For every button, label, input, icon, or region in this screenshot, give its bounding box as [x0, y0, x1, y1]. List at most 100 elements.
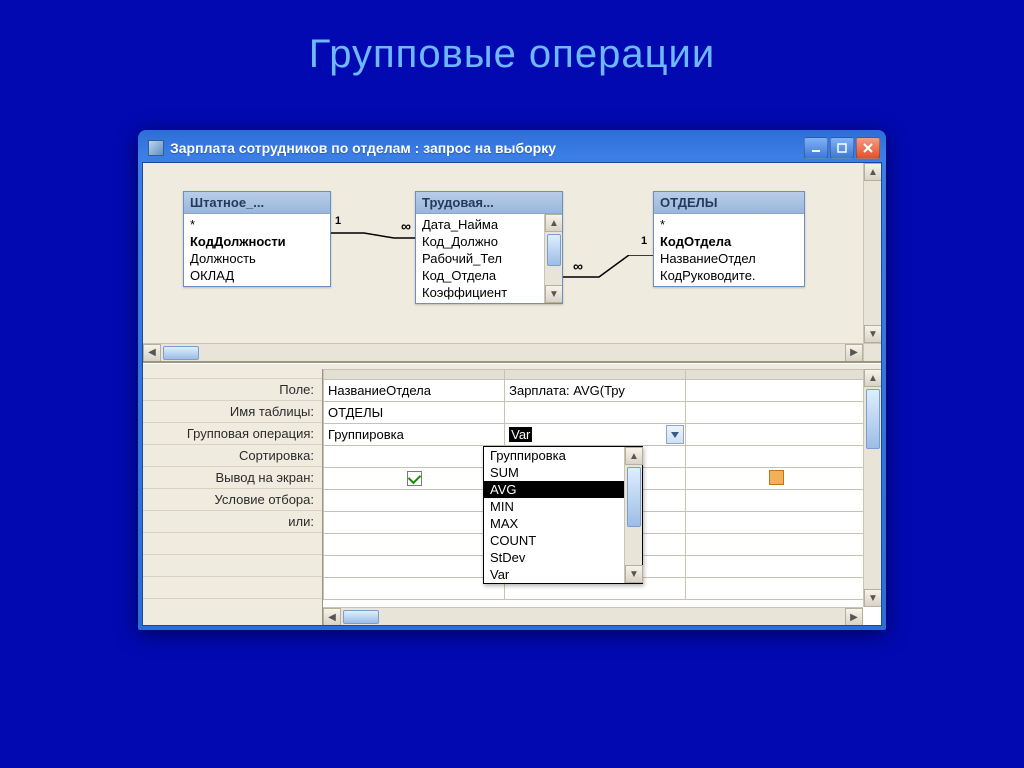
dropdown-item[interactable]: AVG — [484, 481, 624, 498]
entity-field-list[interactable]: * КодОтдела НазваниеОтдел КодРуководите. — [654, 214, 804, 286]
entity-labor[interactable]: Трудовая... Дата_Найма Код_Должно Рабочи… — [415, 191, 563, 304]
col-selector[interactable] — [324, 370, 505, 380]
scroll-down-button[interactable]: ▼ — [545, 285, 562, 303]
field[interactable]: * — [654, 216, 804, 233]
sort-cell[interactable] — [686, 446, 867, 468]
relation-one-label-2: 1 — [641, 235, 647, 247]
entity-staff[interactable]: Штатное_... * КодДолжности Должность ОКЛ… — [183, 191, 331, 287]
scroll-right-button[interactable]: ▶ — [845, 344, 863, 362]
relpane-vscroll[interactable]: ▲ ▼ — [863, 163, 881, 343]
entity-field-list[interactable]: Дата_Найма Код_Должно Рабочий_Тел Код_От… — [416, 214, 562, 303]
row-label: Вывод на экран: — [143, 467, 322, 489]
close-button[interactable] — [856, 137, 880, 159]
field[interactable]: Код_Отдела — [416, 267, 544, 284]
entity-header[interactable]: Трудовая... — [416, 192, 562, 214]
table-cell[interactable] — [686, 402, 867, 424]
field-cell[interactable]: НазваниеОтдела — [324, 380, 505, 402]
relation-one-label: 1 — [335, 215, 341, 227]
field[interactable]: КодОтдела — [654, 233, 804, 250]
row-label: Имя таблицы: — [143, 401, 322, 423]
show-cell[interactable] — [324, 468, 505, 490]
scroll-left-button[interactable]: ◀ — [323, 608, 341, 625]
scroll-up-button[interactable]: ▲ — [864, 163, 881, 181]
col-selector[interactable] — [686, 370, 867, 380]
query-designer-window: Зарплата сотрудников по отделам : запрос… — [138, 130, 886, 630]
col-selector[interactable] — [505, 370, 686, 380]
field[interactable]: Коэффициент — [416, 284, 544, 301]
row-label: Сортировка: — [143, 445, 322, 467]
entity-departments[interactable]: ОТДЕЛЫ * КодОтдела НазваниеОтдел КодРуко… — [653, 191, 805, 287]
maximize-button[interactable] — [830, 137, 854, 159]
or-cell[interactable] — [324, 512, 505, 534]
groupop-cell[interactable] — [686, 424, 867, 446]
dropdown-button[interactable] — [666, 425, 684, 444]
groupop-cell[interactable]: Группировка — [324, 424, 505, 446]
slide-title: Групповые операции — [0, 0, 1024, 101]
field-cell[interactable] — [686, 380, 867, 402]
qbe-pane: Поле: Имя таблицы: Групповая операция: С… — [143, 369, 881, 625]
relationship-canvas[interactable]: 1 ∞ ∞ 1 Штатное_... * КодДолжности Должн… — [143, 163, 863, 343]
dropdown-item[interactable]: MAX — [484, 515, 624, 532]
entity-header[interactable]: ОТДЕЛЫ — [654, 192, 804, 214]
client-area: 1 ∞ ∞ 1 Штатное_... * КодДолжности Должн… — [142, 162, 882, 626]
row-label: Условие отбора: — [143, 489, 322, 511]
row-label: Поле: — [143, 379, 322, 401]
entity-scrollbar[interactable]: ▲ ▼ — [544, 214, 562, 303]
window-icon — [148, 140, 164, 156]
relation-many-label-2: ∞ — [573, 258, 583, 274]
table-cell[interactable]: ОТДЕЛЫ — [324, 402, 505, 424]
entity-field-list[interactable]: * КодДолжности Должность ОКЛАД — [184, 214, 330, 286]
dropdown-item[interactable]: COUNT — [484, 532, 624, 549]
relation-many-label: ∞ — [401, 218, 411, 234]
scroll-up-button[interactable]: ▲ — [625, 447, 643, 465]
sort-cell[interactable] — [324, 446, 505, 468]
minimize-button[interactable] — [804, 137, 828, 159]
table-cell[interactable] — [505, 402, 686, 424]
scroll-up-button[interactable]: ▲ — [864, 369, 881, 387]
scroll-right-button[interactable]: ▶ — [845, 608, 863, 625]
relationship-pane[interactable]: 1 ∞ ∞ 1 Штатное_... * КодДолжности Должн… — [143, 163, 881, 363]
field-cell[interactable]: Зарплата: AVG(Тру — [505, 380, 686, 402]
field[interactable]: * — [184, 216, 330, 233]
dropdown-item[interactable]: StDev — [484, 549, 624, 566]
qbe-grid[interactable]: НазваниеОтдела Зарплата: AVG(Тру ОТДЕЛЫ — [323, 369, 881, 625]
scroll-down-button[interactable]: ▼ — [864, 325, 881, 343]
window-titlebar: Зарплата сотрудников по отделам : запрос… — [142, 134, 882, 162]
qbe-row-labels: Поле: Имя таблицы: Групповая операция: С… — [143, 369, 323, 625]
dropdown-item[interactable]: Var — [484, 566, 624, 583]
window-title: Зарплата сотрудников по отделам : запрос… — [170, 140, 804, 156]
qbe-hscroll[interactable]: ◀ ▶ — [323, 607, 863, 625]
qbe-vscroll[interactable]: ▲ ▼ — [863, 369, 881, 607]
groupop-dropdown[interactable]: Группировка SUM AVG MIN MAX COUNT StDev … — [483, 446, 643, 584]
scroll-down-button[interactable]: ▼ — [625, 565, 643, 583]
dropdown-item[interactable]: MIN — [484, 498, 624, 515]
criteria-cell[interactable] — [686, 490, 867, 512]
field[interactable]: КодРуководите. — [654, 267, 804, 284]
dropdown-scrollbar[interactable]: ▲ ▼ — [624, 447, 642, 583]
scroll-up-button[interactable]: ▲ — [545, 214, 562, 232]
row-label: Групповая операция: — [143, 423, 322, 445]
window-buttons — [804, 137, 880, 159]
field[interactable]: КодДолжности — [184, 233, 330, 250]
entity-header[interactable]: Штатное_... — [184, 192, 330, 214]
dropdown-item[interactable]: Группировка — [484, 447, 624, 464]
groupop-cell[interactable]: Var — [505, 424, 686, 446]
field[interactable]: Дата_Найма — [416, 216, 544, 233]
field[interactable]: Рабочий_Тел — [416, 250, 544, 267]
show-cell[interactable] — [686, 468, 867, 490]
field[interactable]: Код_Должно — [416, 233, 544, 250]
field[interactable]: ОКЛАД — [184, 267, 330, 284]
field[interactable]: Должность — [184, 250, 330, 267]
show-checkbox[interactable] — [407, 471, 422, 486]
scroll-left-button[interactable]: ◀ — [143, 344, 161, 362]
scroll-corner — [863, 343, 881, 361]
dropdown-item[interactable]: SUM — [484, 464, 624, 481]
row-label: или: — [143, 511, 322, 533]
or-cell[interactable] — [686, 512, 867, 534]
field[interactable]: НазваниеОтдел — [654, 250, 804, 267]
scroll-down-button[interactable]: ▼ — [864, 589, 881, 607]
criteria-cell[interactable] — [324, 490, 505, 512]
show-checkbox[interactable] — [769, 470, 784, 485]
selected-text: Var — [509, 427, 532, 442]
relpane-hscroll[interactable]: ◀ ▶ — [143, 343, 863, 361]
